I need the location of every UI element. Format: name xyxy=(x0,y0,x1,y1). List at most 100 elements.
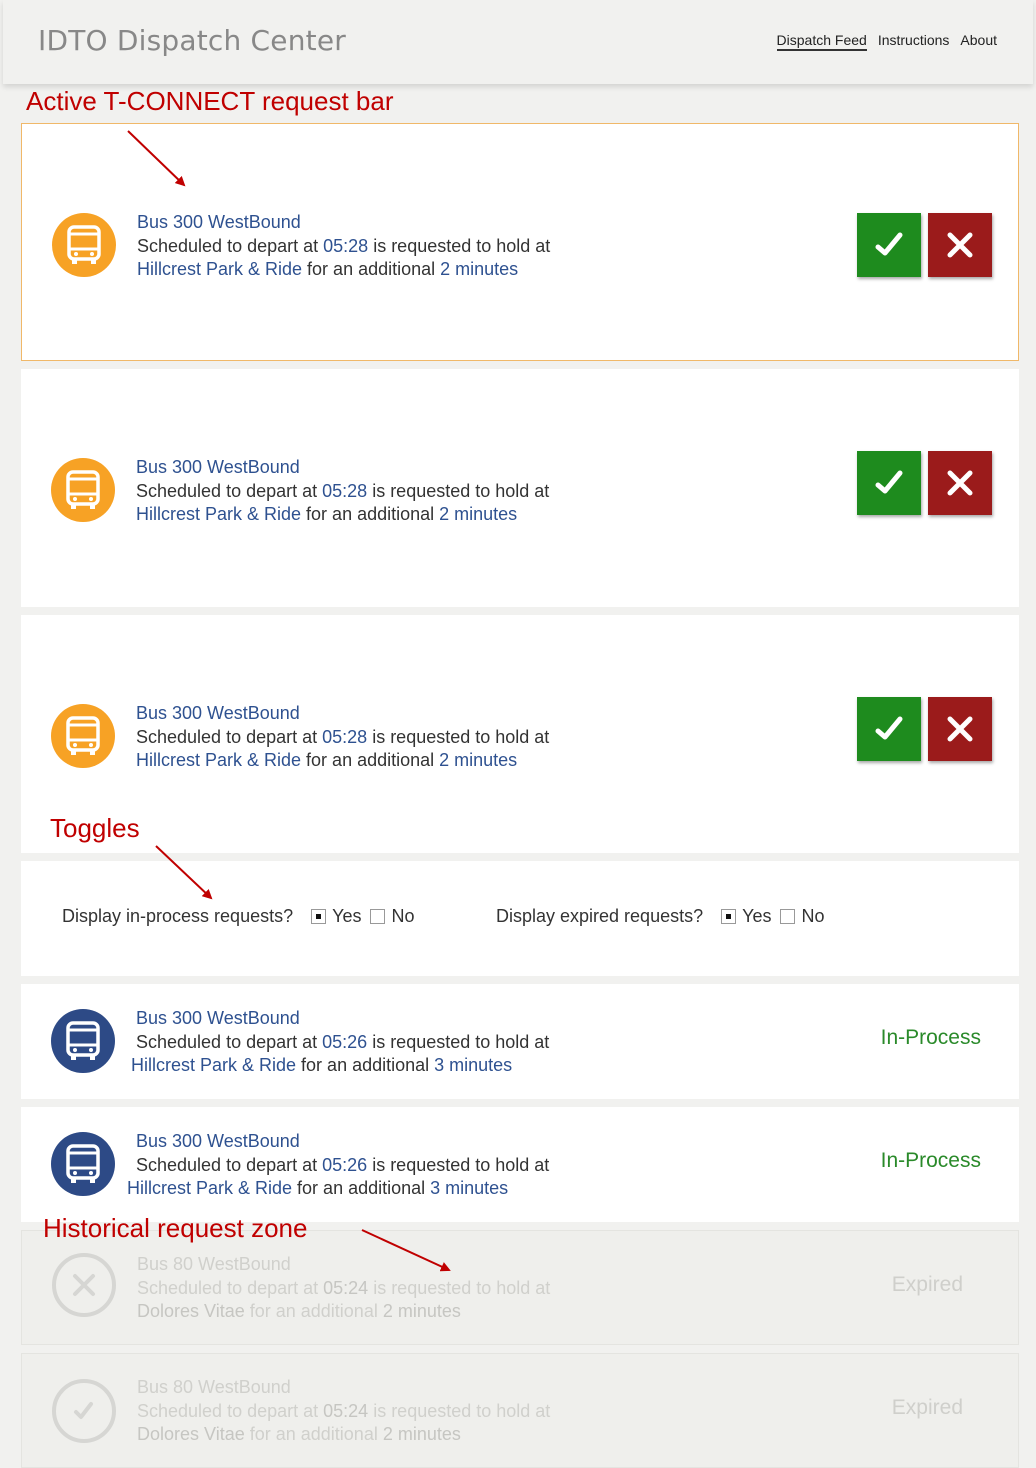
option-no-label: No xyxy=(801,906,825,926)
request-card-expired: Bus 80 WestBound Scheduled to depart at … xyxy=(21,1353,1019,1468)
accept-button[interactable] xyxy=(857,213,921,277)
text-mid: is requested to hold at xyxy=(368,1277,551,1298)
status-badge: Expired xyxy=(891,1273,963,1296)
request-card-expired: Bus 80 WestBound Scheduled to depart at … xyxy=(21,1230,1019,1345)
toggles-bar: Display in-process requests? Yes No Disp… xyxy=(21,861,1019,976)
depart-time: 05:26 xyxy=(322,1031,368,1052)
depart-time: 05:24 xyxy=(323,1277,369,1298)
stop-name: Hillcrest Park & Ride xyxy=(136,504,302,524)
text-pre: Scheduled to depart at xyxy=(137,235,324,256)
request-text: Bus 300 WestBound Scheduled to depart at… xyxy=(127,1130,550,1201)
check-icon xyxy=(875,470,903,494)
hold-duration: 2 minutes xyxy=(382,1424,461,1444)
request-text: Bus 80 WestBound Scheduled to depart at … xyxy=(137,1253,550,1324)
status-badge: Expired xyxy=(891,1396,963,1419)
text-for: for an additional xyxy=(296,1055,435,1075)
nav-instructions[interactable]: Instructions xyxy=(878,32,950,51)
check-circle-icon xyxy=(52,1379,116,1443)
option-no[interactable]: No xyxy=(370,906,415,927)
text-mid: is requested to hold at xyxy=(368,1400,551,1421)
request-text: Bus 300 WestBound Scheduled to depart at… xyxy=(136,456,549,527)
toggle-in-process: Display in-process requests? Yes No xyxy=(62,906,424,927)
x-circle-icon xyxy=(52,1253,116,1317)
app-header: IDTO Dispatch Center Dispatch Feed Instr… xyxy=(3,0,1033,84)
text-mid: is requested to hold at xyxy=(367,726,550,747)
depart-time: 05:28 xyxy=(322,480,368,501)
text-mid: is requested to hold at xyxy=(367,1154,550,1175)
nav-about[interactable]: About xyxy=(960,32,997,51)
bus-icon xyxy=(51,704,115,768)
status-badge: In-Process xyxy=(880,1026,981,1049)
option-no[interactable]: No xyxy=(780,906,825,927)
request-text: Bus 300 WestBound Scheduled to depart at… xyxy=(136,702,549,773)
status-badge: In-Process xyxy=(880,1149,981,1172)
hold-duration: 2 minutes xyxy=(382,1301,461,1321)
depart-time: 05:28 xyxy=(323,235,369,256)
text-for: for an additional xyxy=(292,1178,431,1198)
accept-button[interactable] xyxy=(857,697,921,761)
close-icon xyxy=(947,232,973,258)
annotation-historical: Historical request zone xyxy=(43,1213,308,1243)
text-pre: Scheduled to depart at xyxy=(136,726,323,747)
bus-name: Bus 300 WestBound xyxy=(136,1131,300,1151)
text-mid: is requested to hold at xyxy=(367,480,550,501)
text-for: for an additional xyxy=(244,1424,383,1444)
reject-button[interactable] xyxy=(928,213,992,277)
option-yes[interactable]: Yes xyxy=(311,906,361,927)
nav-dispatch-feed[interactable]: Dispatch Feed xyxy=(776,32,867,51)
text-pre: Scheduled to depart at xyxy=(136,1031,323,1052)
text-for: for an additional xyxy=(301,750,440,770)
option-yes-label: Yes xyxy=(332,906,362,926)
annotation-active-bar: Active T-CONNECT request bar xyxy=(26,86,394,116)
text-pre: Scheduled to depart at xyxy=(136,1154,323,1175)
request-card-in-process: Bus 300 WestBound Scheduled to depart at… xyxy=(21,984,1019,1099)
hold-duration: 3 minutes xyxy=(430,1178,509,1198)
option-yes-label: Yes xyxy=(742,906,772,926)
close-icon xyxy=(947,470,973,496)
reject-button[interactable] xyxy=(928,451,992,515)
hold-duration: 2 minutes xyxy=(439,504,518,524)
bus-icon xyxy=(51,458,115,522)
text-for: for an additional xyxy=(302,259,441,279)
check-icon xyxy=(875,716,903,740)
hold-duration: 3 minutes xyxy=(434,1055,513,1075)
reject-button[interactable] xyxy=(928,697,992,761)
request-card-active: Bus 300 WestBound Scheduled to depart at… xyxy=(21,369,1019,607)
text-pre: Scheduled to depart at xyxy=(137,1400,324,1421)
app-title: IDTO Dispatch Center xyxy=(38,24,346,57)
bus-name: Bus 80 WestBound xyxy=(137,1254,291,1274)
request-card-in-process: Bus 300 WestBound Scheduled to depart at… xyxy=(21,1107,1019,1222)
option-yes[interactable]: Yes xyxy=(721,906,771,927)
request-text: Bus 80 WestBound Scheduled to depart at … xyxy=(137,1376,550,1447)
accept-button[interactable] xyxy=(857,451,921,515)
bus-name: Bus 300 WestBound xyxy=(136,457,300,477)
request-text: Bus 300 WestBound Scheduled to depart at… xyxy=(137,211,550,282)
bus-name: Bus 300 WestBound xyxy=(136,703,300,723)
close-icon xyxy=(947,716,973,742)
request-text: Bus 300 WestBound Scheduled to depart at… xyxy=(131,1007,550,1078)
request-card-active: Bus 300 WestBound Scheduled to depart at… xyxy=(21,615,1019,853)
text-mid: is requested to hold at xyxy=(367,1031,550,1052)
bus-name: Bus 80 WestBound xyxy=(137,1377,291,1397)
stop-name: Hillcrest Park & Ride xyxy=(136,750,302,770)
toggle-label: Display expired requests? xyxy=(496,906,704,926)
text-pre: Scheduled to depart at xyxy=(137,1277,324,1298)
toggle-expired: Display expired requests? Yes No xyxy=(496,906,834,927)
depart-time: 05:24 xyxy=(323,1400,369,1421)
stop-name: Dolores Vitae xyxy=(137,1301,245,1321)
bus-name: Bus 300 WestBound xyxy=(136,1008,300,1028)
stop-name: Hillcrest Park & Ride xyxy=(127,1178,293,1198)
annotation-toggles: Toggles xyxy=(50,813,140,843)
checkbox-yes[interactable] xyxy=(311,909,327,924)
stop-name: Hillcrest Park & Ride xyxy=(137,259,303,279)
option-no-label: No xyxy=(391,906,415,926)
checkbox-yes[interactable] xyxy=(721,909,737,924)
checkbox-no[interactable] xyxy=(370,909,386,924)
request-card-active: Bus 300 WestBound Scheduled to depart at… xyxy=(21,123,1019,361)
bus-name: Bus 300 WestBound xyxy=(137,212,301,232)
text-for: for an additional xyxy=(244,1301,383,1321)
checkbox-no[interactable] xyxy=(780,909,796,924)
hold-duration: 2 minutes xyxy=(439,750,518,770)
toggle-label: Display in-process requests? xyxy=(62,906,294,926)
depart-time: 05:28 xyxy=(322,726,368,747)
